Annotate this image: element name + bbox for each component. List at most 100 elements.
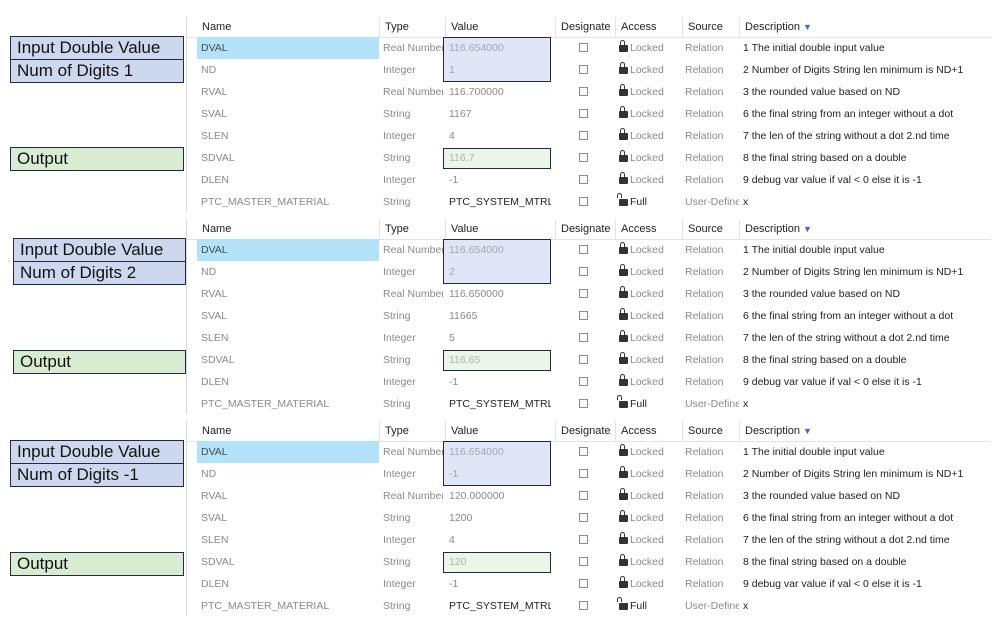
column-header-designate[interactable]: Designate xyxy=(555,17,615,37)
parameter-name[interactable]: SLEN xyxy=(197,327,377,349)
designate-checkbox[interactable] xyxy=(579,513,588,522)
table-row[interactable]: SVAL String 11665 Locked Relation 6 the final… xyxy=(187,305,991,327)
designate-checkbox[interactable] xyxy=(579,355,588,364)
parameter-description[interactable]: 2 Number of Digits String len minimum is… xyxy=(739,59,991,81)
parameter-value[interactable]: 4 xyxy=(445,529,551,551)
access-status[interactable]: Full xyxy=(615,393,681,415)
parameter-name[interactable]: DVAL xyxy=(197,239,379,261)
parameter-value[interactable]: -1 xyxy=(445,169,551,191)
parameter-name[interactable]: ND xyxy=(197,463,377,485)
parameter-description[interactable]: 3 the rounded value based on ND xyxy=(739,485,991,507)
access-status[interactable]: Locked xyxy=(615,305,681,327)
table-row[interactable]: RVAL Real Number 116.700000 Locked Relation 3… xyxy=(187,81,991,103)
access-status[interactable]: Locked xyxy=(615,59,681,81)
parameter-description[interactable]: 9 debug var value if val < 0 else it is … xyxy=(739,169,991,191)
column-header-type[interactable]: Type xyxy=(379,219,445,239)
designate-checkbox[interactable] xyxy=(579,399,588,408)
access-status[interactable]: Locked xyxy=(615,81,681,103)
parameter-name[interactable]: PTC_MASTER_MATERIAL xyxy=(197,393,377,415)
parameter-description[interactable]: 7 the len of the string without a dot 2.… xyxy=(739,125,991,147)
table-row[interactable]: SVAL String 1167 Locked Relation 6 the final … xyxy=(187,103,991,125)
parameter-value[interactable]: 116.700000 xyxy=(445,81,551,103)
designate-checkbox[interactable] xyxy=(579,557,588,566)
designate-checkbox[interactable] xyxy=(579,109,588,118)
table-row[interactable]: ND Integer 2 Locked Relation 2 Number of Digi… xyxy=(187,261,991,283)
access-status[interactable]: Locked xyxy=(615,349,681,371)
designate-checkbox[interactable] xyxy=(579,43,588,52)
parameter-name[interactable]: SVAL xyxy=(197,103,377,125)
parameter-description[interactable]: x xyxy=(739,191,991,213)
designate-checkbox[interactable] xyxy=(579,245,588,254)
table-row[interactable]: SVAL String 1200 Locked Relation 6 the final … xyxy=(187,507,991,529)
table-row[interactable]: PTC_MASTER_MATERIAL String PTC_SYSTEM_MTRL… xyxy=(187,595,991,617)
column-header-value[interactable]: Value xyxy=(445,421,555,441)
access-status[interactable]: Locked xyxy=(615,283,681,305)
access-status[interactable]: Locked xyxy=(615,573,681,595)
filter-icon[interactable]: ▼ xyxy=(803,426,812,436)
table-row[interactable]: DLEN Integer -1 Locked Relation 9 debug var v… xyxy=(187,573,991,595)
table-row[interactable]: DVAL Real Number 116.654000 Locked Relation 1… xyxy=(187,239,991,261)
parameter-value[interactable]: PTC_SYSTEM_MTRL_PF xyxy=(445,595,551,617)
access-status[interactable]: Locked xyxy=(615,239,681,261)
parameter-name[interactable]: SDVAL xyxy=(197,349,377,371)
parameter-value[interactable]: -1 xyxy=(445,573,551,595)
table-row[interactable]: RVAL Real Number 116.650000 Locked Relation 3… xyxy=(187,283,991,305)
parameter-name[interactable]: RVAL xyxy=(197,485,377,507)
parameter-description[interactable]: 7 the len of the string without a dot 2.… xyxy=(739,529,991,551)
column-header-type[interactable]: Type xyxy=(379,421,445,441)
column-header-access[interactable]: Access xyxy=(615,421,682,441)
designate-checkbox[interactable] xyxy=(579,311,588,320)
parameter-description[interactable]: 3 the rounded value based on ND xyxy=(739,81,991,103)
access-status[interactable]: Full xyxy=(615,191,681,213)
column-header-access[interactable]: Access xyxy=(615,17,682,37)
access-status[interactable]: Locked xyxy=(615,441,681,463)
parameter-name[interactable]: SVAL xyxy=(197,305,377,327)
access-status[interactable]: Locked xyxy=(615,485,681,507)
table-row[interactable]: SLEN Integer 4 Locked Relation 7 the len of t… xyxy=(187,529,991,551)
designate-checkbox[interactable] xyxy=(579,65,588,74)
parameter-value[interactable]: PTC_SYSTEM_MTRL_PF xyxy=(445,393,551,415)
parameter-value[interactable]: -1 xyxy=(445,371,551,393)
access-status[interactable]: Locked xyxy=(615,507,681,529)
designate-checkbox[interactable] xyxy=(579,267,588,276)
parameter-name[interactable]: ND xyxy=(197,261,377,283)
column-header-name[interactable]: Name xyxy=(197,17,377,37)
parameter-value[interactable]: 120.000000 xyxy=(445,485,551,507)
table-row[interactable]: SDVAL String 116.7 Locked Relation 8 the fina… xyxy=(187,147,991,169)
designate-checkbox[interactable] xyxy=(579,377,588,386)
designate-checkbox[interactable] xyxy=(579,153,588,162)
designate-checkbox[interactable] xyxy=(579,131,588,140)
parameter-description[interactable]: 1 The initial double input value xyxy=(739,37,991,59)
parameter-name[interactable]: RVAL xyxy=(197,81,377,103)
column-header-description[interactable]: Description ▼ xyxy=(739,421,991,441)
access-status[interactable]: Locked xyxy=(615,327,681,349)
parameter-name[interactable]: PTC_MASTER_MATERIAL xyxy=(197,595,377,617)
designate-checkbox[interactable] xyxy=(579,87,588,96)
access-status[interactable]: Locked xyxy=(615,551,681,573)
table-row[interactable]: SDVAL String 116.65 Locked Relation 8 the fin… xyxy=(187,349,991,371)
access-status[interactable]: Locked xyxy=(615,463,681,485)
table-row[interactable]: SDVAL String 120 Locked Relation 8 the final … xyxy=(187,551,991,573)
column-header-source[interactable]: Source xyxy=(682,219,739,239)
parameter-name[interactable]: SLEN xyxy=(197,125,377,147)
parameter-description[interactable]: 9 debug var value if val < 0 else it is … xyxy=(739,371,991,393)
parameter-description[interactable]: 1 The initial double input value xyxy=(739,441,991,463)
designate-checkbox[interactable] xyxy=(579,535,588,544)
column-header-source[interactable]: Source xyxy=(682,17,739,37)
access-status[interactable]: Full xyxy=(615,595,681,617)
designate-checkbox[interactable] xyxy=(579,469,588,478)
access-status[interactable]: Locked xyxy=(615,169,681,191)
access-status[interactable]: Locked xyxy=(615,147,681,169)
column-header-name[interactable]: Name xyxy=(197,219,377,239)
column-header-source[interactable]: Source xyxy=(682,421,739,441)
table-row[interactable]: SLEN Integer 5 Locked Relation 7 the len of t… xyxy=(187,327,991,349)
parameter-name[interactable]: DVAL xyxy=(197,441,379,463)
parameter-name[interactable]: SDVAL xyxy=(197,147,377,169)
parameter-description[interactable]: 8 the final string based on a double xyxy=(739,147,991,169)
parameter-description[interactable]: 9 debug var value if val < 0 else it is … xyxy=(739,573,991,595)
access-status[interactable]: Locked xyxy=(615,529,681,551)
column-header-description[interactable]: Description ▼ xyxy=(739,219,991,239)
parameter-description[interactable]: 6 the final string from an integer witho… xyxy=(739,103,991,125)
table-row[interactable]: DVAL Real Number 116.654000 Locked Relation 1… xyxy=(187,37,991,59)
parameter-description[interactable]: 2 Number of Digits String len minimum is… xyxy=(739,261,991,283)
